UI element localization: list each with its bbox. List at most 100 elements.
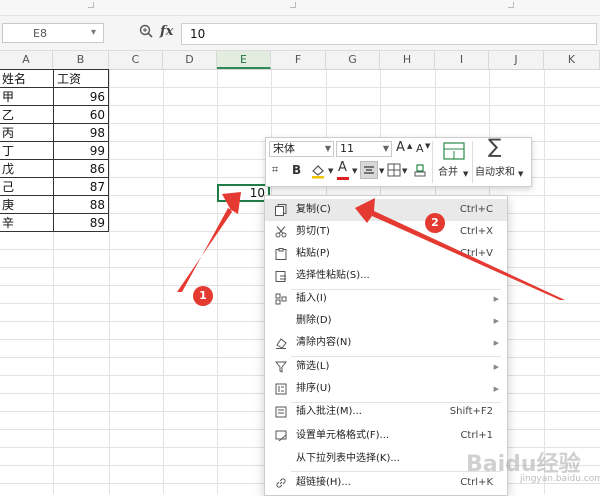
table-cell-salary[interactable]: 60 xyxy=(56,106,105,124)
copy-icon xyxy=(275,204,287,216)
insert-icon xyxy=(275,293,287,305)
chevron-right-icon: ▶ xyxy=(493,385,499,393)
fill-color-icon[interactable] xyxy=(310,163,326,179)
header-cell-name[interactable]: 姓名 xyxy=(2,70,26,88)
sort-icon xyxy=(275,383,287,395)
watermark: Baidu经验 jingyan.baidu.com xyxy=(462,436,600,486)
column-header-h[interactable]: H xyxy=(380,51,435,69)
format-cells-icon xyxy=(275,430,287,442)
menu-item-insert-comment[interactable]: 插入批注(M)... Shift+F2 xyxy=(265,401,507,423)
annotation-badge-2: 2 xyxy=(425,213,445,233)
font-size-value: 11 xyxy=(340,142,354,155)
dialog-launcher-icon[interactable] xyxy=(88,2,94,8)
ribbon-strip xyxy=(0,0,600,16)
column-header-k[interactable]: K xyxy=(544,51,600,69)
header-cell-salary[interactable]: 工资 xyxy=(57,70,81,88)
chevron-down-icon[interactable]: ▼ xyxy=(518,166,523,182)
chevron-right-icon: ▶ xyxy=(493,295,499,303)
active-cell-value: 10 xyxy=(249,186,265,200)
link-icon xyxy=(276,478,286,488)
column-header-b[interactable]: B xyxy=(53,51,109,69)
mini-toolbar: 宋体 ▼ 11 ▼ A ▲ A ▼ ⌗ B ▼ A ▼ ▼ ▼ 合并 ▼ ∑ 自… xyxy=(265,136,532,187)
grow-font-icon[interactable]: A xyxy=(396,140,405,156)
font-color-swatch xyxy=(337,177,349,180)
column-header-i[interactable]: I xyxy=(435,51,489,69)
formula-value: 10 xyxy=(190,27,206,41)
table-cell-name[interactable]: 戊 xyxy=(2,160,14,178)
column-header-c[interactable]: C xyxy=(109,51,163,69)
merge-cells-icon[interactable] xyxy=(443,142,465,160)
align-center-icon xyxy=(364,166,374,174)
chevron-down-icon[interactable]: ▼ xyxy=(463,166,468,182)
menu-item-paste-special[interactable]: 选择性粘贴(S)... xyxy=(265,265,507,287)
comment-icon xyxy=(275,406,287,418)
table-cell-name[interactable]: 己 xyxy=(2,178,14,196)
table-cell-salary[interactable]: 98 xyxy=(56,124,105,142)
name-box[interactable]: E8 ▾ xyxy=(2,23,104,43)
shrink-font-icon[interactable]: A xyxy=(416,141,424,157)
dialog-launcher-icon[interactable] xyxy=(508,2,514,8)
borders-icon[interactable] xyxy=(387,163,401,177)
font-color-button[interactable]: A xyxy=(338,160,347,176)
table-cell-salary[interactable]: 99 xyxy=(56,142,105,160)
font-size-select[interactable]: 11 ▼ xyxy=(336,141,392,157)
merge-button[interactable]: 合并 xyxy=(438,165,458,181)
table-cell-salary[interactable]: 86 xyxy=(56,160,105,178)
chevron-down-icon: ▼ xyxy=(382,144,389,153)
table-cell-name[interactable]: 乙 xyxy=(2,106,14,124)
menu-item-copy[interactable]: 复制(C) Ctrl+C xyxy=(265,199,507,221)
column-header-a[interactable]: A xyxy=(0,51,53,69)
chevron-right-icon: ▶ xyxy=(493,317,499,325)
table-cell-salary[interactable]: 88 xyxy=(56,196,105,214)
table-cell-name[interactable]: 丙 xyxy=(2,124,14,142)
zoom-icon[interactable] xyxy=(139,24,153,38)
chevron-down-icon[interactable]: ▼ xyxy=(352,163,357,179)
column-header-j[interactable]: J xyxy=(489,51,544,69)
menu-item-delete[interactable]: 删除(D) ▶ xyxy=(265,310,507,332)
chevron-down-icon[interactable]: ▼ xyxy=(402,163,407,179)
format-painter-icon[interactable]: ⌗ xyxy=(272,162,278,178)
column-header-e[interactable]: E xyxy=(217,51,271,69)
font-name-select[interactable]: 宋体 ▼ xyxy=(269,141,334,157)
chevron-right-icon: ▶ xyxy=(493,339,499,347)
chevron-down-icon[interactable]: ▼ xyxy=(379,163,384,179)
bold-button[interactable]: B xyxy=(292,162,301,178)
formula-input[interactable]: 10 xyxy=(181,23,597,45)
table-cell-name[interactable]: 辛 xyxy=(2,214,14,232)
grow-font-caret: ▲ xyxy=(407,142,413,150)
column-header-g[interactable]: G xyxy=(326,51,380,69)
chevron-right-icon: ▶ xyxy=(493,363,499,371)
autosum-button[interactable]: 自动求和 xyxy=(475,165,515,181)
table-cell-name[interactable]: 甲 xyxy=(2,88,14,106)
menu-item-clear-contents[interactable]: 清除内容(N) ▶ xyxy=(265,332,507,354)
table-cell-salary[interactable]: 89 xyxy=(56,214,105,232)
table-cell-name[interactable]: 丁 xyxy=(2,142,14,160)
fx-icon[interactable]: fx xyxy=(160,24,173,39)
menu-item-paste[interactable]: 粘贴(P) Ctrl+V xyxy=(265,243,507,265)
active-cell[interactable]: 10 xyxy=(217,184,270,202)
menu-item-sort[interactable]: 排序(U) ▶ xyxy=(265,378,507,400)
shrink-font-caret: ▼ xyxy=(425,142,431,150)
column-header-f[interactable]: F xyxy=(271,51,326,69)
column-header-d[interactable]: D xyxy=(163,51,217,69)
menu-item-cut[interactable]: 剪切(T) Ctrl+X xyxy=(265,221,507,243)
paste-special-icon xyxy=(275,271,286,282)
paste-icon xyxy=(275,248,287,260)
align-center-button[interactable] xyxy=(360,161,378,179)
watermark-url: jingyan.baidu.com xyxy=(520,474,600,484)
clear-format-icon[interactable] xyxy=(413,163,427,177)
table-cell-salary[interactable]: 87 xyxy=(56,178,105,196)
name-box-value: E8 xyxy=(33,27,47,40)
chevron-down-icon[interactable]: ▾ xyxy=(91,27,96,38)
sigma-icon[interactable]: ∑ xyxy=(488,136,501,156)
dialog-launcher-icon[interactable] xyxy=(290,2,296,8)
eraser-icon xyxy=(276,338,287,349)
menu-item-filter[interactable]: 筛选(L) ▶ xyxy=(265,356,507,378)
menu-item-insert[interactable]: 插入(I) ▶ xyxy=(265,288,507,310)
chevron-down-icon[interactable]: ▼ xyxy=(328,163,333,179)
table-cell-name[interactable]: 庚 xyxy=(2,196,14,214)
table-cell-salary[interactable]: 96 xyxy=(56,88,105,106)
filter-icon xyxy=(275,361,287,373)
font-name-value: 宋体 xyxy=(273,142,295,155)
annotation-badge-1: 1 xyxy=(193,286,213,306)
